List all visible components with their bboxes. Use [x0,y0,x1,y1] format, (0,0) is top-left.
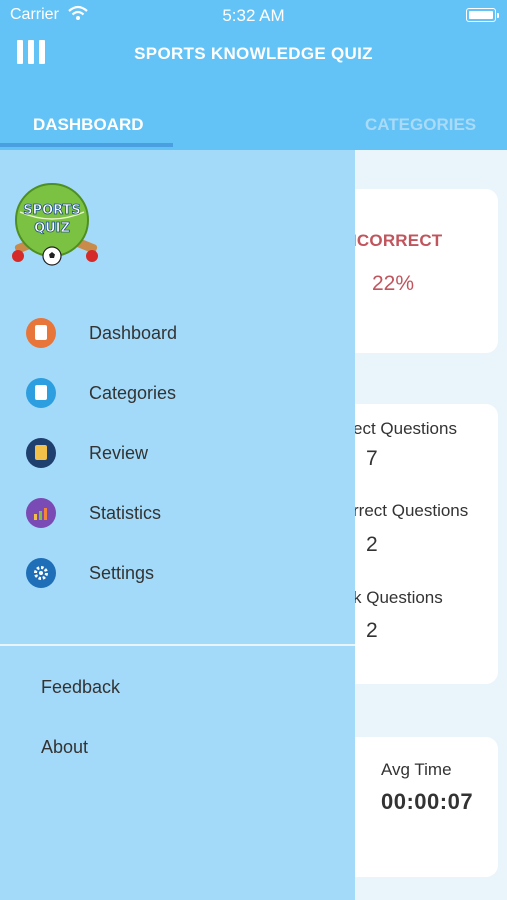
avg-time-value: 00:00:07 [381,789,474,814]
drawer-link-feedback[interactable]: Feedback [41,677,120,698]
drawer-item-label: Categories [89,383,177,403]
tab-categories[interactable]: CATEGORIES [365,115,476,135]
avg-time-label: Avg Time [381,760,452,779]
incorrect-label: ICORRECT [352,231,443,250]
drawer-item-statistics[interactable]: Statistics [0,498,355,548]
skipped-questions-label: k Questions [353,588,443,607]
app-title: SPORTS KNOWLEDGE QUIZ [134,44,373,63]
logo-text-top: SPORTS [23,203,81,218]
dashboard-icon [26,318,56,348]
drawer-item-review[interactable]: Review [0,438,355,488]
drawer-item-label: Settings [89,563,155,583]
app-header: Carrier 5:32 AM SPORTS KNOWLEDGE QUIZ DA… [0,0,507,150]
drawer-item-settings[interactable]: Settings [0,558,355,608]
review-icon [26,438,56,468]
correct-questions-label: ect Questions [353,419,457,438]
status-bar: Carrier 5:32 AM [0,0,507,30]
battery-icon [466,8,499,22]
incorrect-questions-value: 2 [366,533,378,556]
drawer-item-label: Review [89,443,149,463]
drawer-item-dashboard[interactable]: Dashboard [0,318,355,368]
clock: 5:32 AM [222,6,285,25]
categories-icon [26,378,56,408]
tab-dashboard[interactable]: DASHBOARD [33,115,144,135]
drawer-item-label: Statistics [89,503,162,523]
correct-questions-value: 7 [366,447,378,470]
tab-indicator [0,143,173,147]
skipped-questions-value: 2 [366,619,378,642]
drawer-divider [0,644,355,646]
drawer-link-about[interactable]: About [41,737,88,758]
statistics-icon [26,498,56,528]
settings-icon [26,558,56,588]
sports-quiz-logo: SPORTS QUIZ [12,183,98,266]
logo-text-bottom: QUIZ [34,221,70,236]
incorrect-value: 22% [372,272,415,295]
drawer-item-categories[interactable]: Categories [0,378,355,428]
incorrect-questions-label: rrect Questions [353,501,469,520]
drawer-item-label: Dashboard [89,323,178,343]
